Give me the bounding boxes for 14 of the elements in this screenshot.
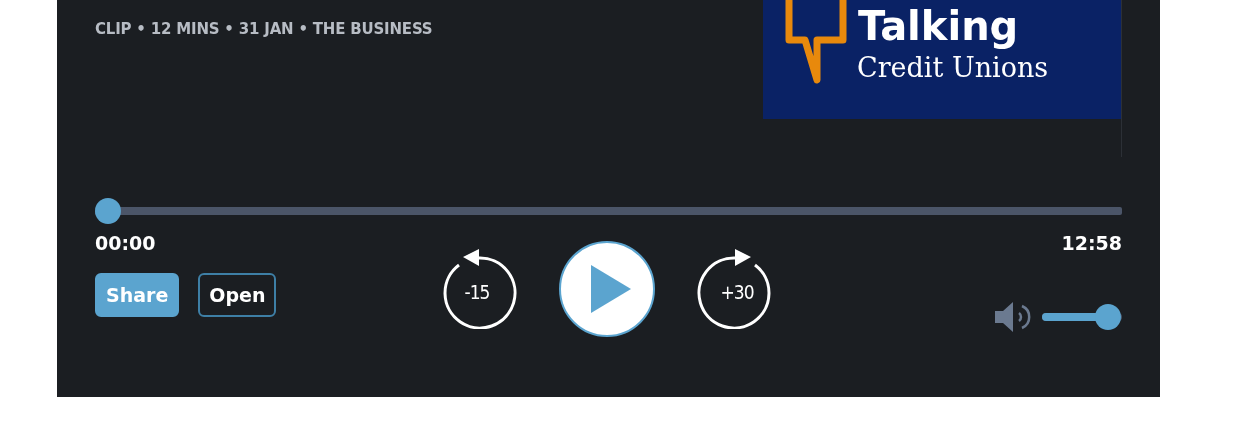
open-button[interactable]: Open	[198, 273, 277, 317]
artwork-title: Talking	[858, 2, 1020, 50]
progress-thumb[interactable]	[95, 198, 121, 224]
elapsed-time: 00:00	[95, 231, 156, 255]
episode-meta: CLIP • 12 MINS • 31 JAN • THE BUSINESS	[95, 20, 433, 40]
duration-time: 12:58	[1061, 231, 1122, 255]
play-icon	[591, 265, 631, 313]
progress-track[interactable]	[95, 198, 1122, 224]
speech-bubble-icon	[785, 0, 847, 86]
skip-back-button[interactable]: -15	[437, 249, 517, 329]
volume-slider[interactable]	[1042, 304, 1122, 330]
skip-forward-button[interactable]: +30	[697, 249, 777, 329]
artwork-subtitle: Credit Unions	[857, 51, 1050, 85]
volume-thumb[interactable]	[1094, 304, 1121, 330]
